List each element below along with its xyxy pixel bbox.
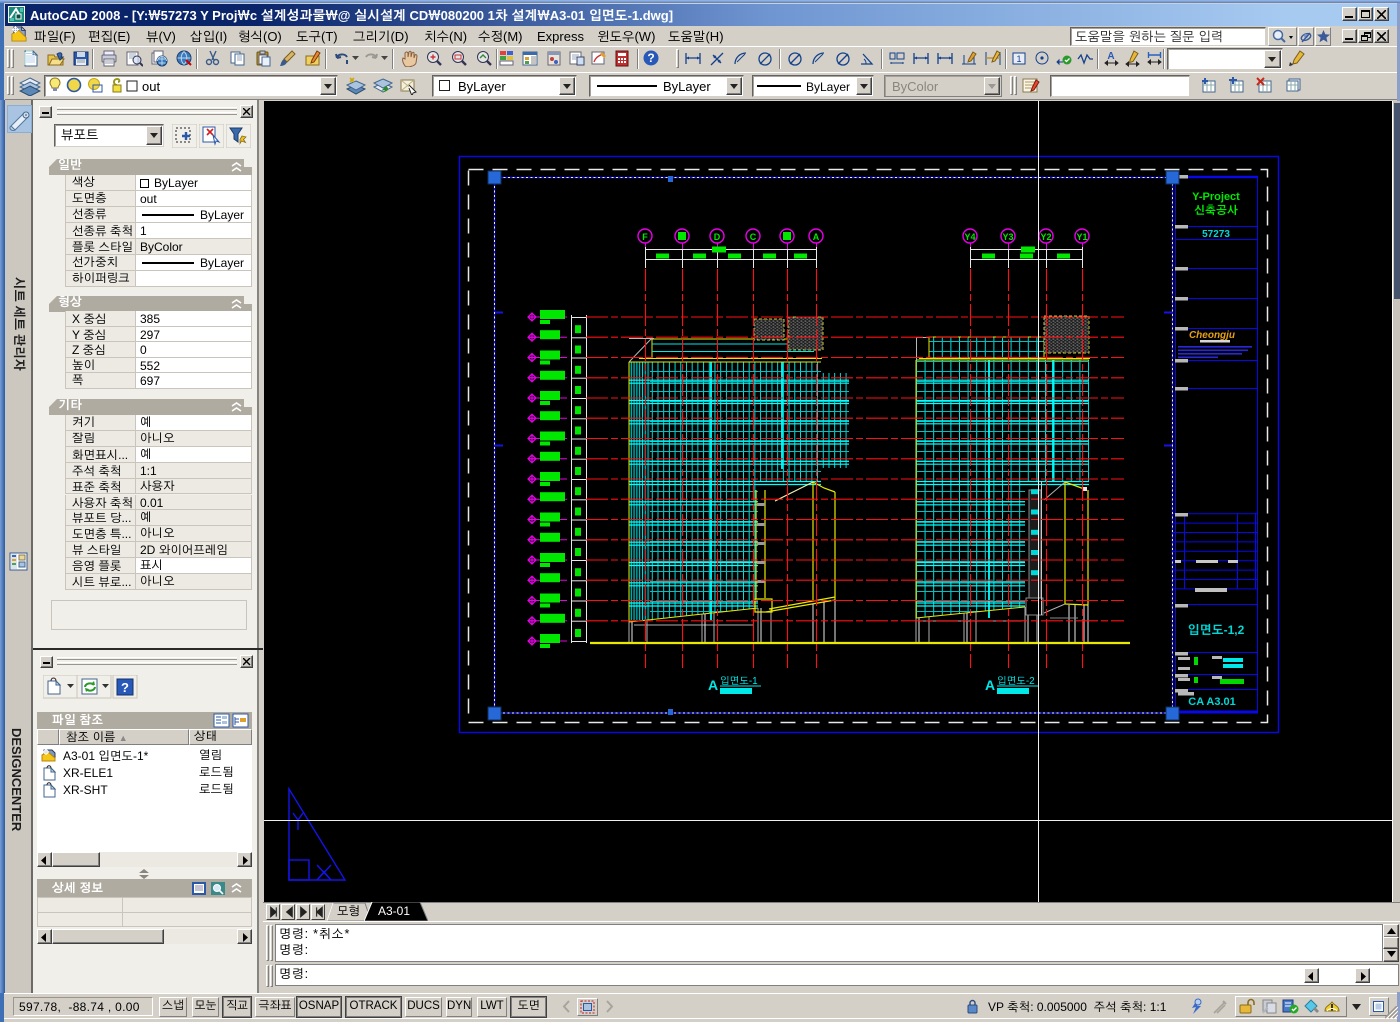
svg-text:Cheongju: Cheongju [1189,330,1235,341]
svg-text:Y2: Y2 [1040,232,1051,242]
svg-text:A: A [813,232,820,242]
svg-text:CA A3.01: CA A3.01 [1188,696,1235,708]
svg-text:C: C [750,232,757,242]
svg-text:Y-Project: Y-Project [1192,191,1240,203]
svg-text:F: F [642,232,648,242]
svg-text:D: D [714,232,721,242]
svg-text:A: A [985,677,995,693]
svg-text:1: 1 [1016,54,1021,64]
svg-text:입면도-1,2: 입면도-1,2 [1188,623,1245,637]
svg-text:Y4: Y4 [964,232,975,242]
svg-text:Y1: Y1 [1076,232,1087,242]
svg-text:Y3: Y3 [1002,232,1013,242]
svg-text:A: A [1107,51,1114,62]
svg-text:A: A [708,677,718,693]
svg-text:입면도-2: 입면도-2 [997,676,1035,687]
svg-text:?: ? [647,51,654,65]
svg-text:57273: 57273 [1202,229,1230,240]
svg-text:신축공사: 신축공사 [1194,204,1238,217]
svg-text:입면도-1: 입면도-1 [720,676,758,687]
svg-text:?: ? [121,680,129,695]
